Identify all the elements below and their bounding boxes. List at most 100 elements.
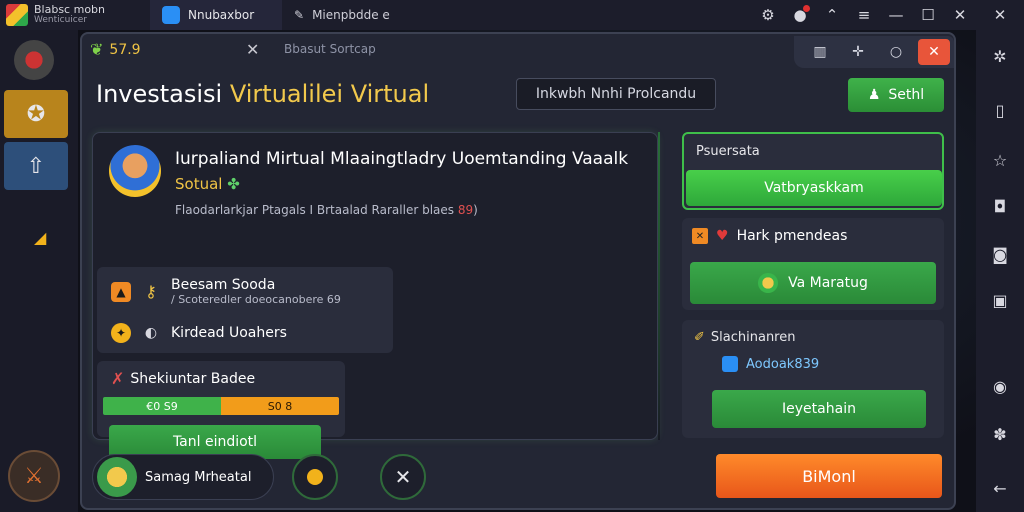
stat-text-1: Beesam Sooda / Scoteredler doeocanobere … [171, 277, 341, 306]
stat-small-1: / Scoteredler doeocanobere 69 [171, 293, 341, 306]
app-logo-icon [6, 4, 28, 26]
sell-label: Sethl [888, 87, 925, 103]
attack-button[interactable]: ⚔ [8, 450, 60, 502]
horn-icon[interactable]: ◢ [34, 228, 48, 247]
rail-gold-button[interactable]: ✪ [4, 90, 68, 138]
card2-header: ✕ ♥ Hark pmendeas [692, 228, 847, 244]
coin-icon: ✦ [111, 323, 131, 343]
menu-icon[interactable]: ≡ [848, 0, 880, 30]
coin-value: 57.9 [109, 41, 141, 58]
window-close-icon[interactable]: ✕ [944, 0, 976, 30]
layout-icon[interactable]: ▯ [988, 98, 1012, 122]
pen-icon: ✐ [694, 330, 705, 345]
hero-desc-tail: ) [473, 203, 478, 217]
investment-dialog: ❦ 57.9 ✕ Bbasut Sortcap ▥ ✛ ○ ✕ Investas… [80, 32, 956, 510]
tab-game-label: Mienpbdde e [312, 8, 390, 22]
back-arrow-icon[interactable]: ⌃ [816, 0, 848, 30]
maximize-icon[interactable]: ☐ [912, 0, 944, 30]
coin-badge: ❦ 57.9 [90, 40, 141, 59]
window-titlebar: Blabsc mobn Wenticuicer Nnubaxbor ✎ Mien… [0, 0, 1024, 30]
badge-icon: ✪ [26, 101, 46, 127]
dialog-title: Investasisi Virtualilei Virtual [96, 80, 429, 108]
card3-header: ✐ Slachinanren [694, 330, 795, 345]
card2-btn-label: Va Maratug [788, 275, 868, 291]
hero-sub-label: Sotual [175, 175, 223, 193]
window-controls: ⚙ ● ⌃ ≡ — ☐ ✕ ✕ [752, 0, 1024, 30]
tools-icon: ✗ [111, 369, 125, 388]
app-name-sub: Wenticuicer [34, 15, 87, 25]
hero-badge-icon [97, 457, 137, 497]
confirm-button[interactable]: BiMonl [716, 454, 942, 498]
game-tab-icon: ✎ [294, 8, 305, 22]
info-icon[interactable]: ○ [880, 39, 912, 65]
gear-icon[interactable]: ✽ [988, 422, 1012, 446]
stat-main-1: Beesam Sooda [171, 277, 276, 293]
stat-row-1: ▲ ⚷ Beesam Sooda / Scoteredler doeocanob… [111, 277, 341, 306]
x-tag-icon: ✕ [692, 228, 708, 244]
hero-select-button[interactable]: Samag Mrheatal [92, 454, 274, 500]
stat-row-2: ✦ ◐ Kirdead Uoahers [111, 323, 287, 343]
upgrade-progress: €0 S9 S0 8 [103, 397, 339, 415]
dialog-actions: ▥ ✛ ○ ✕ [794, 36, 954, 68]
key-icon: ⚷ [145, 282, 157, 301]
upload-icon: ⇧ [26, 153, 46, 179]
stat-main-2: Kirdead Uoahers [171, 325, 287, 341]
folder-icon[interactable]: ▣ [988, 288, 1012, 312]
search-field[interactable]: Inkwbh Nnhi Prolcandu [516, 78, 716, 110]
sell-button[interactable]: ♟ Sethl [848, 78, 944, 112]
right-toolbar: ✲ ▯ ☆ ◘ ◙ ▣ ◉ ✽ ← [976, 30, 1024, 512]
card3-sub: Aodoak839 [722, 356, 819, 372]
settings-icon[interactable]: ⚙ [752, 0, 784, 30]
heart-icon: ♥ [716, 228, 729, 244]
home-tab-icon [162, 6, 180, 24]
card3-sub-label: Aodoak839 [746, 356, 820, 372]
side-card-2: ✕ ♥ Hark pmendeas Va Maratug [682, 218, 944, 310]
player-avatar[interactable] [14, 40, 54, 80]
cancel-x-icon: ✕ [394, 465, 412, 489]
card3-button[interactable]: Ieyetahain [712, 390, 926, 428]
tab-home[interactable]: Nnubaxbor [150, 0, 282, 30]
left-rail: ✪ ⇧ ◢ ⚔ [0, 30, 78, 512]
tab-game[interactable]: ✎ Mienpbdde e [282, 0, 432, 30]
location-icon[interactable]: ◉ [988, 374, 1012, 398]
record-icon[interactable]: ◙ [988, 242, 1012, 266]
expand-icon[interactable]: ✕ [976, 0, 1024, 30]
app-name: Blabsc mobn Wenticuicer [34, 4, 105, 26]
hero-name: Iurpaliand Mirtual Mlaaingtladry Uoemtan… [175, 149, 629, 169]
coin-dot-icon [307, 469, 323, 485]
divider-glow [658, 132, 660, 440]
close-small-icon[interactable]: ✕ [246, 40, 259, 59]
back-icon[interactable]: ← [988, 476, 1012, 500]
hero-panel: Iurpaliand Mirtual Mlaaingtladry Uoemtan… [92, 132, 658, 459]
title-highlight: Virtualilei [229, 80, 344, 108]
gamepad-icon[interactable]: ✲ [988, 44, 1012, 68]
tag-icon: ▲ [111, 281, 131, 302]
plus-icon[interactable]: ✛ [842, 39, 874, 65]
minimize-icon[interactable]: — [880, 0, 912, 30]
card3-title: Slachinanren [710, 330, 796, 345]
upgrade-header: ✗ Shekiuntar Badee [111, 369, 255, 388]
dialog-topbar: ❦ 57.9 ✕ Bbasut Sortcap ▥ ✛ ○ ✕ [82, 34, 954, 68]
stats-icon[interactable]: ▥ [804, 39, 836, 65]
hero-sub: Sotual ✤ [175, 175, 240, 193]
sword-icon: ⚔ [24, 463, 44, 489]
side-card-1: Psuersata Vatbryaskkam [682, 132, 944, 210]
card1-title: Psuersata [696, 144, 760, 159]
hero-select-label: Samag Mrheatal [145, 469, 252, 485]
progress-right: S0 8 [221, 397, 339, 415]
coin-round-button[interactable] [292, 454, 338, 500]
tab-home-label: Nnubaxbor [188, 8, 255, 22]
rail-blue-button[interactable]: ⇧ [4, 142, 68, 190]
card1-button[interactable]: Vatbryaskkam [686, 170, 942, 206]
bottom-bar: Samag Mrheatal ✕ BiMonl [92, 448, 944, 506]
title-plain: Investasisi [96, 80, 230, 108]
card2-button[interactable]: Va Maratug [690, 262, 936, 304]
star-icon[interactable]: ☆ [988, 148, 1012, 172]
card2-title: Hark pmendeas [736, 228, 848, 244]
upgrade-title: Shekiuntar Badee [130, 370, 256, 387]
notification-icon[interactable]: ● [784, 0, 816, 30]
dialog-close-button[interactable]: ✕ [918, 39, 950, 65]
dialog-subtitle: Bbasut Sortcap [284, 42, 376, 56]
screenshot-icon[interactable]: ◘ [988, 194, 1012, 218]
cancel-round-button[interactable]: ✕ [380, 454, 426, 500]
